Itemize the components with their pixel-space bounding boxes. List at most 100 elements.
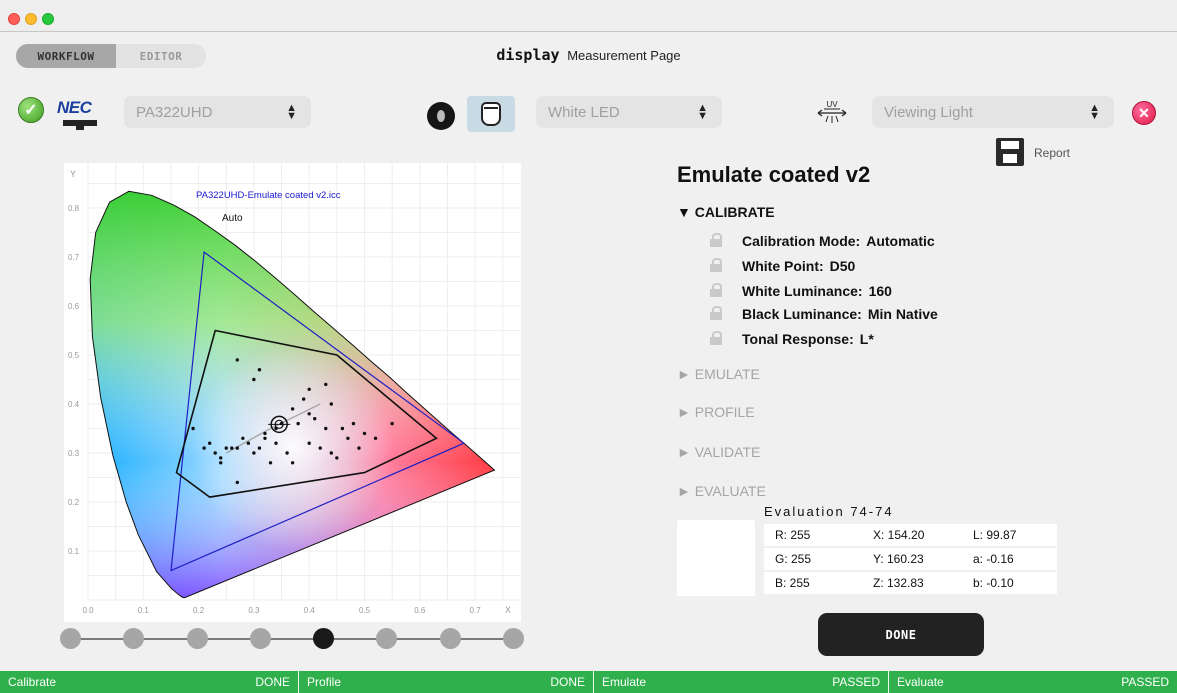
setting-value: 160	[868, 283, 892, 299]
xyz-value: Z: 132.83	[873, 576, 924, 590]
minimize-window-button[interactable]	[25, 13, 37, 25]
measurement-point	[257, 368, 262, 372]
step-dot[interactable]	[249, 628, 271, 649]
measurement-point	[329, 402, 334, 406]
rgb-value: G: 255	[775, 552, 812, 566]
status-state: DONE	[255, 675, 290, 689]
section-validate[interactable]: ► VALIDATE	[677, 444, 760, 460]
select-arrows-icon: ▲ ▼	[697, 102, 708, 122]
measurement-point	[351, 421, 356, 426]
setting-tonal-response: Tonal Response: L*	[710, 331, 874, 349]
evaluation-row: R: 255 X: 154.20 L: 99.87	[764, 524, 1057, 546]
chromaticity-chart: 0.0 0.1 0.2 0.3 0.4 0.5 0.6 0.7 0.1 0.2 0.3 0.4 0.5 0…	[64, 163, 521, 622]
zoom-window-button[interactable]	[42, 13, 54, 25]
status-state: PASSED	[832, 675, 880, 689]
setting-label: Tonal Response:	[742, 331, 854, 347]
nec-logo-text: NEC	[57, 98, 92, 117]
select-arrows-icon: ▲ ▼	[1089, 102, 1100, 122]
step-dot[interactable]	[186, 628, 208, 649]
measurement-point	[324, 382, 328, 387]
setting-label: Black Luminance:	[742, 306, 862, 322]
section-calibrate[interactable]: ▼ CALIBRATE	[677, 204, 775, 220]
done-button[interactable]: DONE	[818, 613, 984, 656]
report-button[interactable]: Report	[996, 138, 1086, 168]
section-profile[interactable]: ► PROFILE	[677, 404, 755, 420]
status-name: Evaluate	[897, 675, 944, 689]
measurement-point	[252, 377, 256, 382]
measurement-point	[268, 461, 273, 465]
light-source-select[interactable]: White LED ▲ ▼	[536, 96, 722, 128]
window-titlebar	[0, 0, 1177, 32]
section-evaluate[interactable]: ► EVALUATE	[677, 483, 766, 499]
step-dot[interactable]	[60, 628, 81, 649]
section-emulate[interactable]: ► EMULATE	[677, 366, 760, 382]
status-evaluate: Evaluate PASSED	[889, 671, 1177, 693]
light-source-value: White LED	[548, 103, 620, 121]
setting-value: D50	[829, 258, 856, 274]
setting-value: Min Native	[867, 306, 938, 322]
measurement-point	[307, 412, 311, 416]
rgb-value: B: 255	[775, 576, 810, 590]
y-tick-label: 0.8	[68, 204, 80, 213]
measurement-point	[313, 417, 317, 421]
measurement-point	[335, 456, 339, 460]
x-tick-label: 0.3	[248, 606, 260, 615]
measurement-point	[224, 446, 228, 450]
step-dot[interactable]	[123, 628, 145, 649]
step-dot[interactable]	[503, 628, 524, 649]
measurement-point	[307, 387, 311, 391]
measurement-point	[241, 436, 245, 440]
setting-label: White Luminance:	[742, 283, 863, 299]
select-arrows-icon: ▲ ▼	[286, 102, 297, 122]
check-ok-icon: ✓	[18, 97, 44, 123]
display-select[interactable]: PA322UHD ▲ ▼	[124, 96, 311, 128]
measurement-point	[301, 397, 306, 401]
measurement-point	[346, 436, 350, 440]
measurement-point	[324, 426, 328, 431]
status-name: Profile	[307, 675, 342, 689]
setting-white-luminance: White Luminance: 160	[710, 283, 892, 301]
status-name: Emulate	[602, 675, 647, 689]
measurement-point	[202, 446, 206, 450]
measurement-point	[213, 451, 217, 455]
x-tick-label: 0.5	[359, 606, 371, 615]
measurement-point	[390, 421, 394, 426]
probe-icon[interactable]	[427, 102, 455, 130]
step-navigator	[60, 628, 524, 650]
page-title: display Measurement Page	[0, 46, 1177, 64]
chart-annotation: Auto	[222, 213, 243, 224]
measurement-point	[263, 431, 267, 436]
y-tick-label: 0.4	[68, 400, 80, 409]
xyz-value: Y: 160.23	[873, 552, 924, 566]
status-emulate: Emulate PASSED	[594, 671, 889, 693]
viewing-light-select[interactable]: Viewing Light ▲ ▼	[872, 96, 1114, 128]
measurement-point	[252, 451, 256, 455]
x-tick-label: 0.1	[138, 606, 150, 615]
measurement-point	[246, 441, 251, 445]
uv-light-icon[interactable]: UV	[816, 98, 848, 126]
y-tick-label: 0.1	[68, 547, 80, 556]
measurement-point	[235, 358, 240, 362]
rgb-value: R: 255	[775, 528, 811, 542]
lab-value: L: 99.87	[973, 528, 1017, 542]
workflow-status-bar: Calibrate DONE Profile DONE Emulate PASS…	[0, 671, 1177, 693]
step-dot[interactable]	[313, 628, 335, 649]
close-window-button[interactable]	[8, 13, 20, 25]
step-dot[interactable]	[376, 628, 398, 649]
measurement-point	[290, 407, 295, 411]
close-icon[interactable]: ✕	[1132, 101, 1156, 125]
x-tick-label: 0.2	[193, 606, 205, 615]
sensor-button[interactable]	[467, 96, 515, 132]
y-tick-label: 0.3	[68, 449, 80, 458]
measurement-point	[219, 456, 223, 460]
step-dot[interactable]	[439, 628, 461, 649]
x-tick-label: 0.0	[82, 606, 94, 615]
setting-calibration-mode: Calibration Mode: Automatic	[710, 233, 935, 251]
measurement-point	[285, 451, 289, 455]
lock-icon	[710, 331, 722, 345]
y-tick-label: 0.6	[68, 302, 80, 311]
xyz-value: X: 154.20	[873, 528, 925, 542]
measurement-point	[296, 421, 300, 426]
measurement-point	[235, 446, 240, 450]
display-select-value: PA322UHD	[136, 103, 213, 121]
